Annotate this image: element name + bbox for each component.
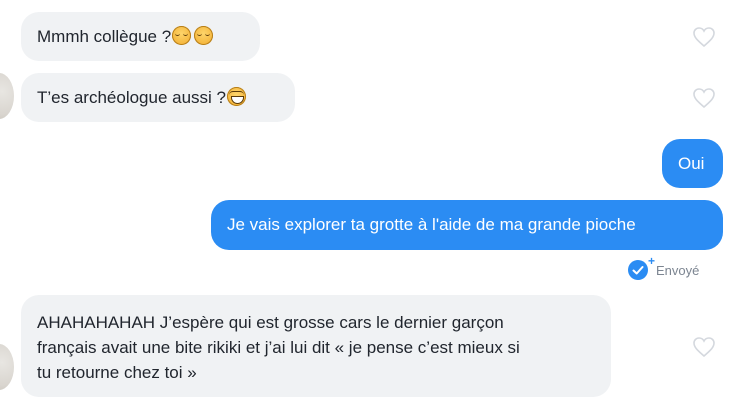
message-line: français avait une bite rikiki et j’ai l… <box>37 338 520 357</box>
like-heart-icon[interactable] <box>692 26 716 48</box>
like-heart-icon[interactable] <box>692 87 716 109</box>
outgoing-message: Je vais explorer ta grotte à l'aide de m… <box>211 200 723 250</box>
laughing-face-icon <box>227 87 247 106</box>
message-text: Mmmh collègue ? <box>37 27 172 46</box>
message-line: tu retourne chez toi » <box>37 363 197 382</box>
message-text: Je vais explorer ta grotte à l'aide de m… <box>227 215 636 234</box>
message-text: Oui <box>678 154 705 173</box>
plus-icon: + <box>647 254 655 268</box>
outgoing-message: Oui <box>662 139 723 188</box>
status-label: Envoyé <box>656 262 700 278</box>
avatar[interactable] <box>0 344 14 390</box>
message-line: AHAHAHAHAH J’espère qui est grosse cars … <box>37 313 504 332</box>
incoming-message: Mmmh collègue ? <box>21 12 260 61</box>
incoming-message: AHAHAHAHAH J’espère qui est grosse cars … <box>21 295 611 397</box>
message-text: T’es archéologue aussi ? <box>37 88 227 107</box>
sent-check-icon: + <box>628 254 655 280</box>
like-heart-icon[interactable] <box>692 336 716 358</box>
sleepy-face-icon <box>194 26 214 45</box>
incoming-message: T’es archéologue aussi ? <box>21 73 295 122</box>
sleepy-face-icon <box>172 26 192 45</box>
avatar[interactable] <box>0 73 14 119</box>
sent-status: + Envoyé <box>628 254 700 280</box>
